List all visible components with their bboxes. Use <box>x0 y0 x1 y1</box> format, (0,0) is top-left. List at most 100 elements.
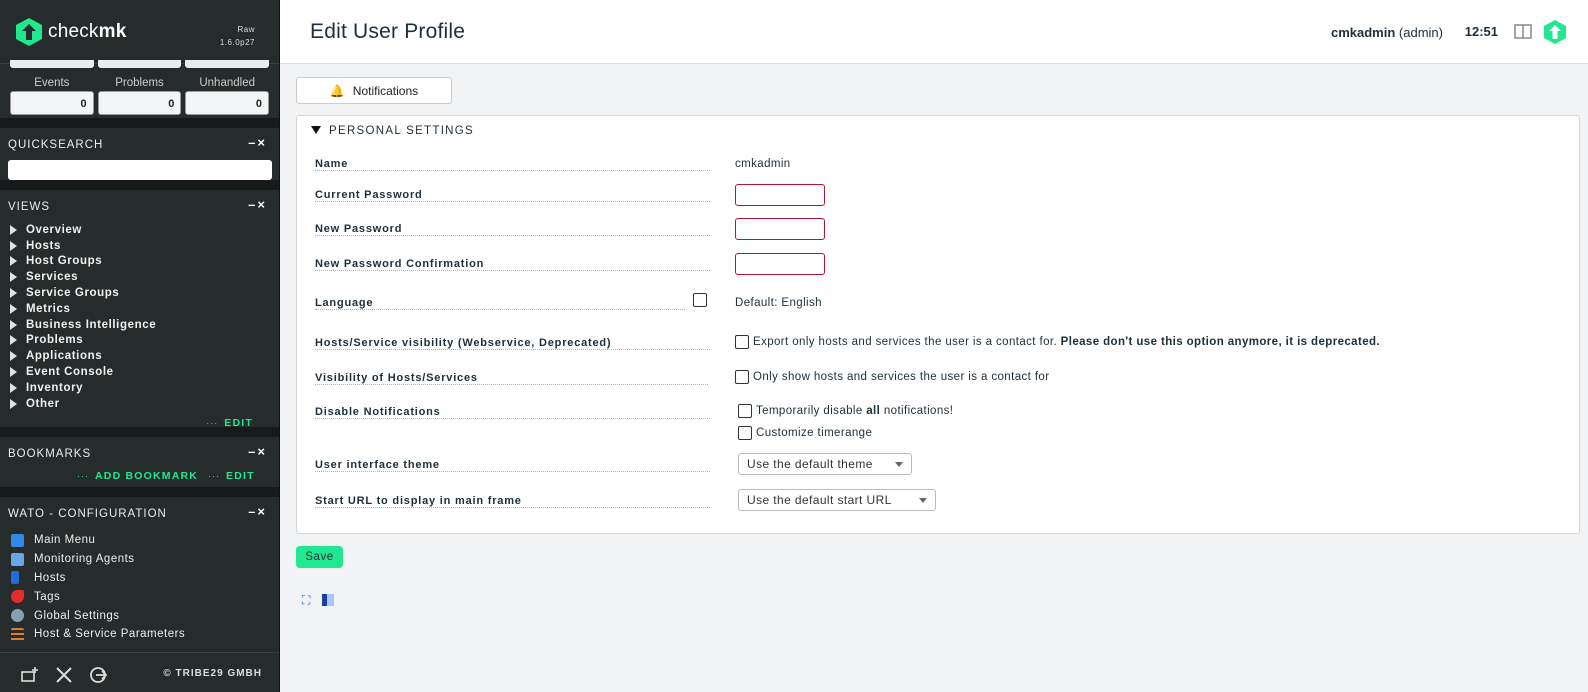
disable-notifications-label-text: Disable Notifications <box>315 406 710 419</box>
visibility-checkbox[interactable] <box>735 370 749 384</box>
view-item-overview[interactable]: Overview <box>10 222 279 238</box>
expand-triangle-icon <box>10 224 17 235</box>
expand-triangle-icon <box>10 288 17 299</box>
webservice-visibility-checkbox[interactable] <box>735 335 749 349</box>
bell-icon: 🔔 <box>329 83 345 98</box>
view-item-label: Host Groups <box>26 255 103 268</box>
view-item-service-groups[interactable]: Service Groups <box>10 285 279 301</box>
expand-triangle-icon <box>10 256 17 267</box>
current-password-field[interactable] <box>735 184 825 206</box>
quicksearch-input[interactable] <box>8 160 272 180</box>
sidebar-toggle-icon[interactable] <box>322 594 334 606</box>
view-item-label: Hosts <box>26 239 61 252</box>
disable-notifications-label: Disable Notifications <box>315 406 710 419</box>
edition-label: Raw <box>237 25 255 34</box>
stats-value-problems[interactable]: 0 <box>97 91 182 115</box>
view-item-problems[interactable]: Problems <box>10 333 279 349</box>
customize-timerange-option: Customize timerange <box>738 426 872 440</box>
quicksearch-header: QUICKSEARCH –× <box>0 128 279 156</box>
wato-item-monitoring-agents[interactable]: Monitoring Agents <box>11 550 279 569</box>
checkmk-logo[interactable]: checkmk <box>16 18 127 46</box>
stats-value-unhandled[interactable]: 0 <box>185 91 270 115</box>
new-password-field[interactable] <box>735 218 825 240</box>
wato-item-label: Main Menu <box>34 534 96 547</box>
save-button[interactable]: Save <box>296 546 343 568</box>
new-password-label-text: New Password <box>315 223 710 236</box>
view-item-other[interactable]: Other <box>10 396 279 412</box>
add-bookmark-label: ADD BOOKMARK <box>95 470 199 482</box>
theme-label-text: User interface theme <box>315 459 710 472</box>
wato-item-global-settings[interactable]: Global Settings <box>11 606 279 625</box>
main-menu-icon <box>11 533 24 547</box>
brand-name-light: check <box>48 21 99 42</box>
theme-select-value: Use the default theme <box>747 457 873 471</box>
start-url-select[interactable]: Use the default start URL <box>738 489 936 511</box>
version-info: Raw 1.6.0p27 <box>220 23 255 49</box>
fullscreen-icon[interactable]: ⛶ <box>302 594 314 606</box>
current-password-wrapper <box>735 184 825 206</box>
view-item-label: Overview <box>26 223 82 236</box>
wato-item-main-menu[interactable]: Main Menu <box>11 531 279 550</box>
bookmarks-edit-link[interactable]: ··· EDIT <box>208 466 255 484</box>
wato-item-host-service-parameters[interactable]: Host & Service Parameters <box>11 625 279 644</box>
view-item-event-console[interactable]: Event Console <box>10 364 279 380</box>
name-label-text: Name <box>315 158 710 171</box>
wato-item-label: Global Settings <box>34 609 120 622</box>
wato-snapin: WATO - CONFIGURATION –× Main Menu Monito… <box>0 487 279 644</box>
bookmarks-controls[interactable]: –× <box>248 444 267 459</box>
quicksearch-controls[interactable]: –× <box>248 135 267 150</box>
section-title: PERSONAL SETTINGS <box>329 125 475 137</box>
book-icon[interactable] <box>1514 24 1532 39</box>
clock: 12:51 <box>1464 24 1498 39</box>
view-item-host-groups[interactable]: Host Groups <box>10 254 279 270</box>
views-header: VIEWS –× <box>0 190 279 218</box>
view-item-metrics[interactable]: Metrics <box>10 301 279 317</box>
notifications-button[interactable]: 🔔 Notifications <box>296 77 452 104</box>
logout-icon[interactable] <box>88 665 108 685</box>
disable-notifications-checkbox[interactable] <box>738 404 752 418</box>
tools-icon[interactable] <box>54 665 74 685</box>
theme-label: User interface theme <box>315 459 710 472</box>
add-snapin-icon[interactable] <box>20 665 40 685</box>
section-header-personal-settings[interactable]: PERSONAL SETTINGS <box>311 125 474 137</box>
collapse-triangle-icon <box>311 126 321 134</box>
language-override-checkbox[interactable] <box>693 293 707 307</box>
bookmarks-edit-label: EDIT <box>226 470 255 482</box>
agents-icon <box>11 552 24 566</box>
view-item-business-intelligence[interactable]: Business Intelligence <box>10 317 279 333</box>
bookmarks-header: BOOKMARKS –× <box>0 437 279 465</box>
wato-controls[interactable]: –× <box>248 504 267 519</box>
webservice-visibility-label: Hosts/Service visibility (Webservice, De… <box>315 337 710 350</box>
checkmk-small-logo-icon[interactable] <box>1544 20 1566 44</box>
wato-item-hosts[interactable]: Hosts <box>11 569 279 588</box>
view-item-label: Other <box>26 397 60 410</box>
add-bookmark-link[interactable]: ··· ADD BOOKMARK <box>77 466 198 484</box>
view-item-label: Service Groups <box>26 287 120 300</box>
stats-label-events: Events <box>34 77 70 89</box>
start-url-select-wrapper: Use the default start URL <box>738 489 936 511</box>
theme-select[interactable]: Use the default theme <box>738 453 912 475</box>
wato-title: WATO - CONFIGURATION <box>8 508 167 520</box>
customize-timerange-checkbox[interactable] <box>738 426 752 440</box>
wato-item-label: Host & Service Parameters <box>34 628 186 641</box>
user-role: (admin) <box>1398 25 1443 40</box>
views-controls[interactable]: –× <box>248 197 267 212</box>
user-info[interactable]: cmkadmin (admin) <box>1331 25 1443 40</box>
personal-settings-form: PERSONAL SETTINGS Name cmkadmin Current … <box>296 115 1580 534</box>
logo-area: checkmk Raw 1.6.0p27 <box>0 0 279 64</box>
view-item-inventory[interactable]: Inventory <box>10 380 279 396</box>
views-snapin: VIEWS –× Overview Hosts Host Groups Serv… <box>0 180 279 429</box>
current-password-label: Current Password <box>315 189 710 202</box>
visibility-label-text: Visibility of Hosts/Services <box>315 372 708 385</box>
view-item-hosts[interactable]: Hosts <box>10 238 279 254</box>
new-password-confirm-wrapper <box>735 253 825 275</box>
new-password-confirm-field[interactable] <box>735 253 825 275</box>
view-item-label: Event Console <box>26 366 114 379</box>
new-password-label: New Password <box>315 223 710 236</box>
stats-value-events[interactable]: 0 <box>10 91 94 115</box>
wato-list: Main Menu Monitoring Agents Hosts Tags G… <box>0 525 279 644</box>
view-item-services[interactable]: Services <box>10 269 279 285</box>
wato-item-tags[interactable]: Tags <box>11 587 279 606</box>
view-item-applications[interactable]: Applications <box>10 348 279 364</box>
visibility-text: Only show hosts and services the user is… <box>753 371 1050 384</box>
